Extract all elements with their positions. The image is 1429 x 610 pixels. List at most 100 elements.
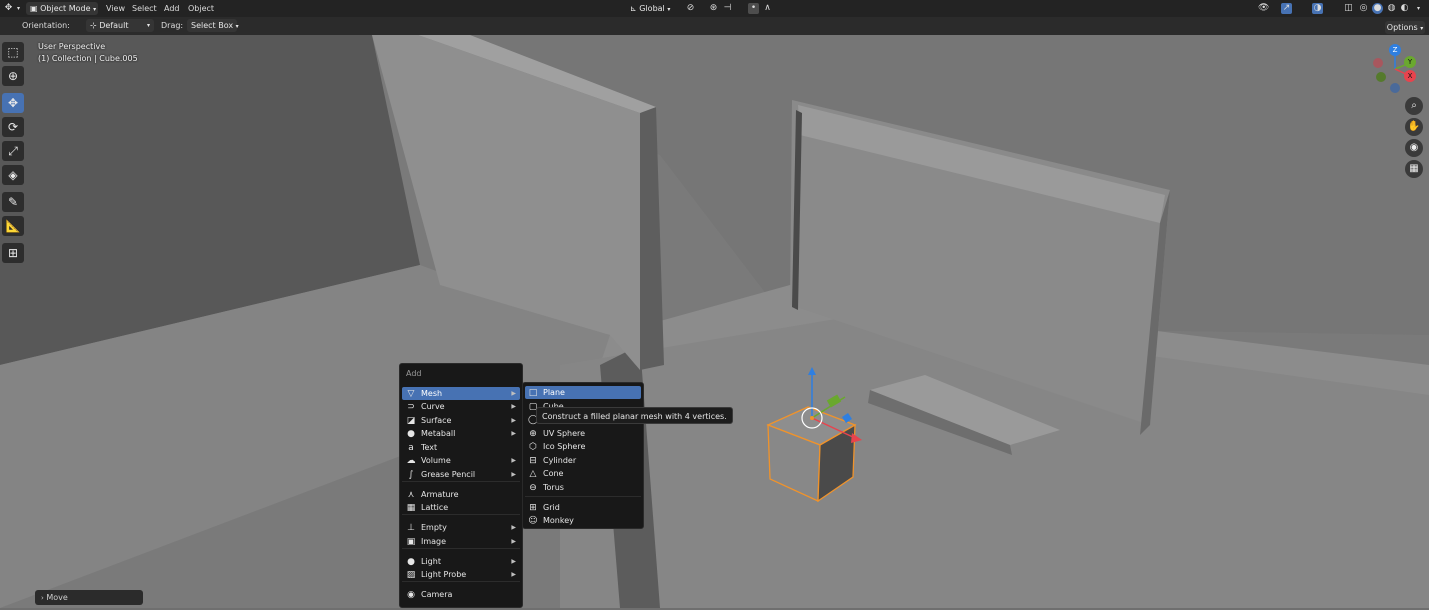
add-menu-item-volume[interactable]: ☁ Volume ▶ bbox=[402, 454, 520, 467]
rendered-shading-icon[interactable]: ◐ bbox=[1399, 3, 1410, 14]
object-mode-icon: ▣ bbox=[30, 4, 38, 13]
add-menu-item-curve[interactable]: ⊃ Curve ▶ bbox=[402, 400, 520, 413]
add-menu-item-image[interactable]: ▣ Image ▶ bbox=[402, 535, 520, 548]
move-tool[interactable]: ✥ bbox=[2, 93, 24, 113]
submenu-arrow-icon: ▶ bbox=[511, 524, 516, 531]
add-menu-item-grease-pencil[interactable]: ∫ Grease Pencil ▶ bbox=[402, 468, 520, 481]
mesh-menu-item-ico-sphere[interactable]: ⬡ Ico Sphere bbox=[525, 440, 641, 453]
wireframe-shading-icon[interactable]: ◎ bbox=[1358, 3, 1369, 14]
mesh-menu-item-monkey[interactable]: ☺ Monkey bbox=[525, 514, 641, 527]
add-menu-item-lattice[interactable]: ▦ Lattice bbox=[402, 501, 520, 514]
pan-button[interactable]: ✋ bbox=[1405, 118, 1423, 136]
empty-icon: ⊥ bbox=[407, 523, 415, 533]
menu-separator bbox=[402, 548, 520, 549]
chevron-down-icon[interactable]: ▾ bbox=[1413, 3, 1424, 14]
chevron-down-icon[interactable]: ▾ bbox=[13, 3, 24, 14]
add-menu-item-surface[interactable]: ◪ Surface ▶ bbox=[402, 414, 520, 427]
monkey-icon: ☺ bbox=[528, 516, 538, 526]
gizmo-z[interactable]: Z bbox=[1389, 44, 1401, 56]
collection-info: (1) Collection | Cube.005 bbox=[38, 54, 138, 63]
camera-icon: ◉ bbox=[407, 590, 415, 600]
move-icon: ✥ bbox=[7, 96, 19, 110]
submenu-arrow-icon: ▶ bbox=[511, 457, 516, 464]
ruler-icon: 📐 bbox=[5, 219, 21, 233]
options-dropdown[interactable]: Options ▾ bbox=[1385, 21, 1425, 34]
menu-view[interactable]: View bbox=[106, 2, 125, 15]
grid-icon: ▦ bbox=[1409, 163, 1419, 174]
zoom-button[interactable]: ⌕ bbox=[1405, 97, 1423, 115]
add-menu-item-armature[interactable]: ⋏ Armature bbox=[402, 488, 520, 501]
snap-icon[interactable]: ⊛ bbox=[708, 3, 719, 14]
add-menu-item-light-probe[interactable]: ▨ Light Probe ▶ bbox=[402, 568, 520, 581]
last-operator-label: Move bbox=[46, 593, 68, 602]
plane-icon: □ bbox=[528, 388, 538, 398]
falloff-icon[interactable]: ∧ bbox=[762, 3, 773, 14]
add-menu-item-label: Light Probe bbox=[421, 570, 467, 579]
mesh-menu-item-cone[interactable]: △ Cone bbox=[525, 467, 641, 480]
last-operator-panel[interactable]: › Move bbox=[35, 590, 143, 605]
zoom-icon: ⌕ bbox=[1411, 100, 1417, 111]
add-menu-item-camera[interactable]: ◉ Camera bbox=[402, 588, 520, 601]
scale-tool[interactable]: ⤢ bbox=[2, 141, 24, 161]
measure-tool[interactable]: 📐 bbox=[2, 216, 24, 236]
menu-object[interactable]: Object bbox=[188, 2, 214, 15]
add-menu-item-label: Armature bbox=[421, 490, 459, 499]
options-label: Options bbox=[1386, 23, 1418, 32]
select-box-icon: ⬚ bbox=[7, 45, 19, 59]
visibility-icon[interactable]: 👁 bbox=[1258, 3, 1269, 14]
orientation-dropdown[interactable]: ⊹ Default ▾ bbox=[86, 19, 154, 32]
orientation-label: Orientation: bbox=[22, 21, 70, 30]
cursor-tool[interactable]: ⊕ bbox=[2, 66, 24, 86]
add-cube-tool[interactable]: ⊞ bbox=[2, 243, 24, 263]
xray-icon[interactable]: ◫ bbox=[1343, 3, 1354, 14]
transform-tool[interactable]: ◈ bbox=[2, 165, 24, 185]
annotate-tool[interactable]: ✎ bbox=[2, 192, 24, 212]
3d-viewport[interactable] bbox=[0, 35, 1429, 608]
drag-dropdown[interactable]: Select Box ▾ bbox=[187, 19, 239, 32]
add-menu: Add ▽ Mesh ▶ ⊃ Curve ▶ ◪ Surface ▶ ● Metaball ▶ a Tex… bbox=[399, 363, 523, 608]
overlay-toggle-icon[interactable]: ◑ bbox=[1312, 3, 1323, 14]
cursor-icon: ⊕ bbox=[7, 69, 19, 83]
add-menu-item-label: Surface bbox=[421, 416, 452, 425]
gizmo-x[interactable]: X bbox=[1404, 70, 1416, 82]
menu-add[interactable]: Add bbox=[164, 2, 180, 15]
proportional-edit-icon[interactable]: • bbox=[748, 3, 759, 14]
torus-icon: ⊖ bbox=[529, 483, 537, 493]
rotate-tool[interactable]: ⟳ bbox=[2, 117, 24, 137]
pivot-icon[interactable]: ⊘ bbox=[685, 3, 696, 14]
ico-sphere-icon: ⬡ bbox=[529, 442, 537, 452]
mesh-menu-item-grid[interactable]: ⊞ Grid bbox=[525, 501, 641, 514]
chevron-down-icon: ▾ bbox=[667, 6, 671, 13]
add-menu-item-label: Metaball bbox=[421, 429, 456, 438]
add-menu-item-mesh[interactable]: ▽ Mesh ▶ bbox=[402, 387, 520, 400]
chevron-down-icon: ▾ bbox=[146, 22, 150, 29]
solid-shading-icon[interactable]: ● bbox=[1372, 3, 1383, 14]
gizmo-toggle-icon[interactable]: ↗ bbox=[1281, 3, 1292, 14]
menu-select[interactable]: Select bbox=[132, 2, 157, 15]
curve-icon: ⊃ bbox=[407, 402, 415, 412]
add-menu-item-metaball[interactable]: ● Metaball ▶ bbox=[402, 427, 520, 440]
mesh-menu-item-plane[interactable]: □ Plane bbox=[525, 386, 641, 399]
mesh-menu-item-cylinder[interactable]: ⊟ Cylinder bbox=[525, 454, 641, 467]
select-box-tool[interactable]: ⬚ bbox=[2, 42, 24, 62]
transform-orientation[interactable]: ⊾ Global ▾ bbox=[626, 2, 678, 15]
gizmo-y[interactable]: Y bbox=[1404, 56, 1416, 68]
snap-target-icon[interactable]: ⊣ bbox=[722, 3, 733, 14]
add-menu-item-label: Mesh bbox=[421, 389, 443, 398]
menu-separator bbox=[525, 496, 641, 497]
add-menu-item-empty[interactable]: ⊥ Empty ▶ bbox=[402, 521, 520, 534]
add-menu-item-light[interactable]: ● Light ▶ bbox=[402, 555, 520, 568]
scale-icon: ⤢ bbox=[8, 144, 18, 158]
mode-selector[interactable]: ▣ Object Mode ▾ bbox=[26, 2, 98, 15]
mesh-menu-item-torus[interactable]: ⊖ Torus bbox=[525, 481, 641, 494]
ortho-toggle-button[interactable]: ▦ bbox=[1405, 160, 1423, 178]
tool-settings-bar: Orientation: ⊹ Default ▾ Drag: Select Bo… bbox=[0, 17, 1429, 35]
add-menu-item-text[interactable]: a Text bbox=[402, 441, 520, 454]
add-menu-item-label: Text bbox=[421, 443, 438, 452]
navigation-gizmo[interactable]: Z Y X bbox=[1370, 42, 1420, 96]
material-shading-icon[interactable]: ◍ bbox=[1386, 3, 1397, 14]
submenu-arrow-icon: ▶ bbox=[511, 558, 516, 565]
mesh-menu-item-uv-sphere[interactable]: ⊕ UV Sphere bbox=[525, 427, 641, 440]
submenu-arrow-icon: ▶ bbox=[511, 390, 516, 397]
camera-view-button[interactable]: ◉ bbox=[1405, 139, 1423, 157]
